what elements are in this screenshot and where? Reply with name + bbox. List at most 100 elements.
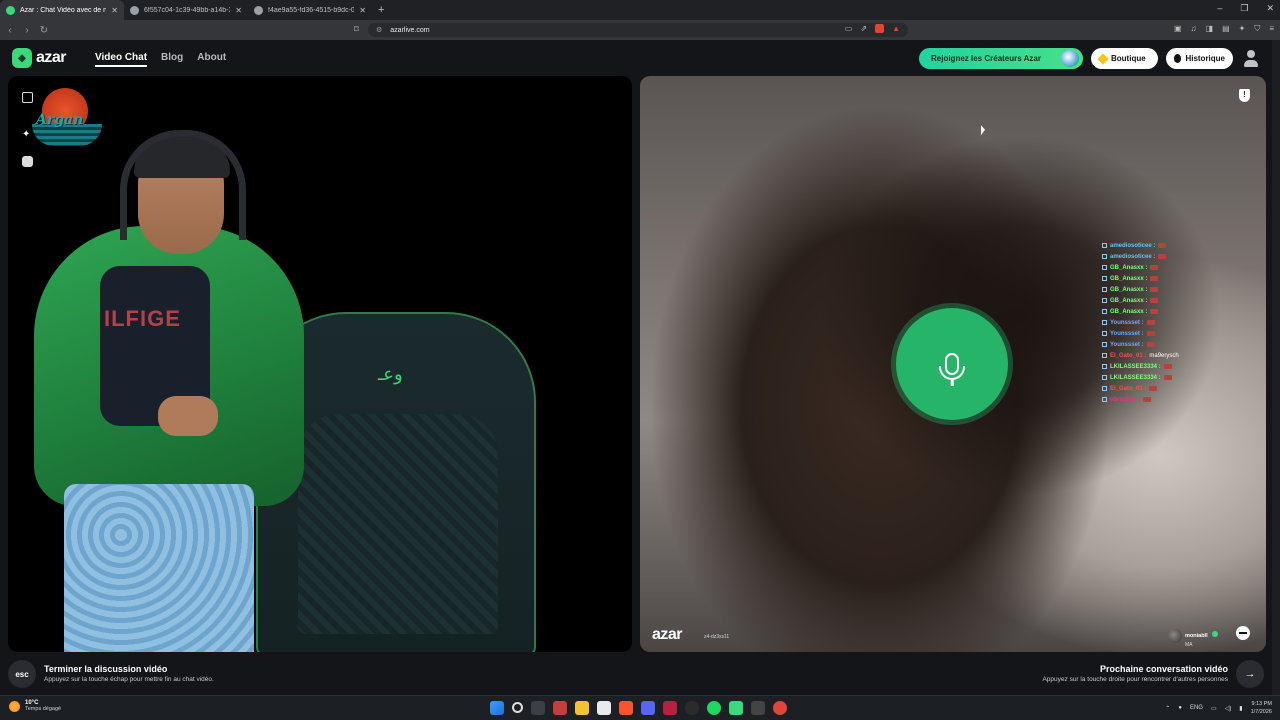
tab-third[interactable]: f4ae9a55-fd36-4515-b9dc-0f1f0a65 ✕ xyxy=(248,0,372,20)
badge-icon xyxy=(1102,386,1107,391)
maximize-icon[interactable]: ❐ xyxy=(1240,3,1248,14)
chat-line: Younssset : xyxy=(1102,339,1222,350)
wallet-icon[interactable]: ▤ xyxy=(1222,24,1230,34)
history-button[interactable]: Historique xyxy=(1166,48,1233,69)
menu-icon[interactable]: ≡ xyxy=(1269,24,1274,34)
new-tab-icon[interactable]: + xyxy=(372,4,390,16)
chat-username: El_Gato_01 : xyxy=(1110,385,1147,392)
music-icon[interactable]: ♫ xyxy=(1191,24,1197,34)
close-tab-icon[interactable]: ✕ xyxy=(111,6,118,15)
emote-icon xyxy=(1163,375,1172,380)
mic-button[interactable] xyxy=(896,308,1008,420)
app-crimson-icon[interactable] xyxy=(663,701,677,715)
emoji-icon[interactable] xyxy=(22,156,33,167)
chevron-up-icon[interactable]: ⌃ xyxy=(1165,705,1170,712)
next-arrow-button[interactable]: → xyxy=(1236,660,1264,688)
streamer-hand xyxy=(158,396,218,436)
reload-icon[interactable]: ↻ xyxy=(37,25,51,36)
azar-logo[interactable]: ◆ azar xyxy=(12,48,67,68)
task-view-icon[interactable] xyxy=(531,701,545,715)
calendar-icon[interactable] xyxy=(597,701,611,715)
close-tab-icon[interactable]: ✕ xyxy=(235,6,242,15)
app-dark-icon[interactable] xyxy=(751,701,765,715)
app-red-icon[interactable] xyxy=(553,701,567,715)
report-shield-icon[interactable]: ! xyxy=(1239,89,1250,102)
chat-username: GB_Anasxx : xyxy=(1110,297,1148,304)
bookmark-icon[interactable]: ⌑ xyxy=(354,24,359,35)
play-icon[interactable] xyxy=(729,701,743,715)
nav-video-chat[interactable]: Video Chat xyxy=(95,52,148,67)
language-indicator[interactable]: ENG xyxy=(1190,705,1203,711)
brave-shield-icon[interactable] xyxy=(875,24,885,33)
profile-icon[interactable] xyxy=(1243,50,1259,68)
clock[interactable]: 9:13 PM 1/7/2026 xyxy=(1251,700,1272,716)
argan-logo: Argan xyxy=(24,78,108,158)
nav-about[interactable]: About xyxy=(197,52,226,67)
volume-icon[interactable]: ◁) xyxy=(1225,705,1232,712)
url-field[interactable]: ⚙ azarlive.com xyxy=(368,23,908,37)
leo-icon[interactable]: ✦ xyxy=(1239,24,1246,34)
back-icon[interactable]: ‹ xyxy=(3,25,17,36)
chat-line: GB_Anasxx : xyxy=(1102,262,1222,273)
battery-icon[interactable]: ▮ xyxy=(1239,705,1242,712)
peer-info[interactable]: moniabll MA xyxy=(1168,624,1219,648)
streamer-jeans xyxy=(64,484,254,652)
mic-foot xyxy=(950,380,954,386)
windows-start-icon[interactable] xyxy=(490,701,504,715)
vpn-icon[interactable]: ⛉ xyxy=(1254,24,1260,34)
chat-line: LKILASSEE3334 : xyxy=(1102,361,1222,372)
rewards-icon[interactable]: ▲ xyxy=(892,24,900,33)
minimize-icon[interactable]: – xyxy=(1217,3,1222,14)
obs-icon[interactable] xyxy=(685,701,699,715)
app-circle-icon[interactable] xyxy=(773,701,787,715)
shop-button[interactable]: Boutique xyxy=(1091,48,1158,69)
chat-line: El_Gato_01 : ma9erysch xyxy=(1102,350,1222,361)
mic-tray-icon[interactable]: ● xyxy=(1178,705,1182,711)
stream-chat-overlay: amediosoticee : amediosoticee : GB_Anasxx … xyxy=(1102,240,1222,405)
spotify-icon[interactable] xyxy=(707,701,721,715)
tab-second[interactable]: 6f557c04-1c39-49bb-a14b-3cadf172 ✕ xyxy=(124,0,248,20)
chat-line: GB_Anasxx : xyxy=(1102,284,1222,295)
azar-logo-text: azar xyxy=(36,49,67,66)
emote-icon xyxy=(1158,254,1167,259)
headset xyxy=(120,130,246,240)
weather-icon xyxy=(9,700,20,712)
sidebar-icon[interactable]: ◨ xyxy=(1206,24,1214,34)
badge-icon xyxy=(1102,276,1107,281)
chat-username: amediosoticee : xyxy=(1110,253,1156,260)
share-icon[interactable]: ⇗ xyxy=(860,24,867,33)
extension-icon[interactable]: ▣ xyxy=(1174,24,1182,34)
site-settings-icon[interactable]: ⚙ xyxy=(376,26,382,34)
search-icon[interactable] xyxy=(512,702,523,713)
extensions-area: ▣ ♫ ◨ ▤ ✦ ⛉ ≡ xyxy=(1174,24,1274,34)
chat-username: Younssset : xyxy=(1110,319,1144,326)
badge-icon xyxy=(1102,320,1107,325)
file-explorer-icon[interactable] xyxy=(575,701,589,715)
chat-username: El_Gato_01 : xyxy=(1110,352,1147,359)
emote-icon xyxy=(1150,276,1159,281)
forward-icon[interactable]: › xyxy=(20,25,34,36)
chat-bubble-icon[interactable] xyxy=(1236,626,1250,640)
end-chat-hint: Appuyez sur la touche échap pour mettre … xyxy=(44,676,214,683)
network-icon[interactable]: ▭ xyxy=(1211,705,1217,712)
argan-logo-text: Argan xyxy=(36,112,84,128)
page-scrollbar[interactable] xyxy=(1272,40,1280,695)
cast-icon[interactable]: ▭ xyxy=(845,24,853,33)
url-text: azarlive.com xyxy=(390,26,430,34)
esc-key-button[interactable]: esc xyxy=(8,660,36,688)
tab-azar[interactable]: Azar : Chat Vidéo avec de no ✕ xyxy=(0,0,124,20)
close-window-icon[interactable]: ✕ xyxy=(1266,3,1274,14)
brave-icon[interactable] xyxy=(619,701,633,715)
sparkle-icon[interactable]: ✦ xyxy=(22,130,33,141)
chat-line: Younssset : xyxy=(1102,328,1222,339)
join-creators-button[interactable]: Rejoignez les Créateurs Azar xyxy=(919,48,1083,69)
chat-username: LKILASSEE3334 : xyxy=(1110,374,1161,381)
badge-icon xyxy=(1102,342,1107,347)
close-tab-icon[interactable]: ✕ xyxy=(359,6,366,15)
weather-widget[interactable]: 10°C Temps dégagé xyxy=(9,700,61,712)
clock-time: 9:13 PM xyxy=(1251,701,1272,707)
discord-icon[interactable] xyxy=(641,701,655,715)
nav-blog[interactable]: Blog xyxy=(161,52,183,67)
clock-date: 1/7/2026 xyxy=(1250,709,1272,715)
expand-icon[interactable] xyxy=(22,92,33,103)
